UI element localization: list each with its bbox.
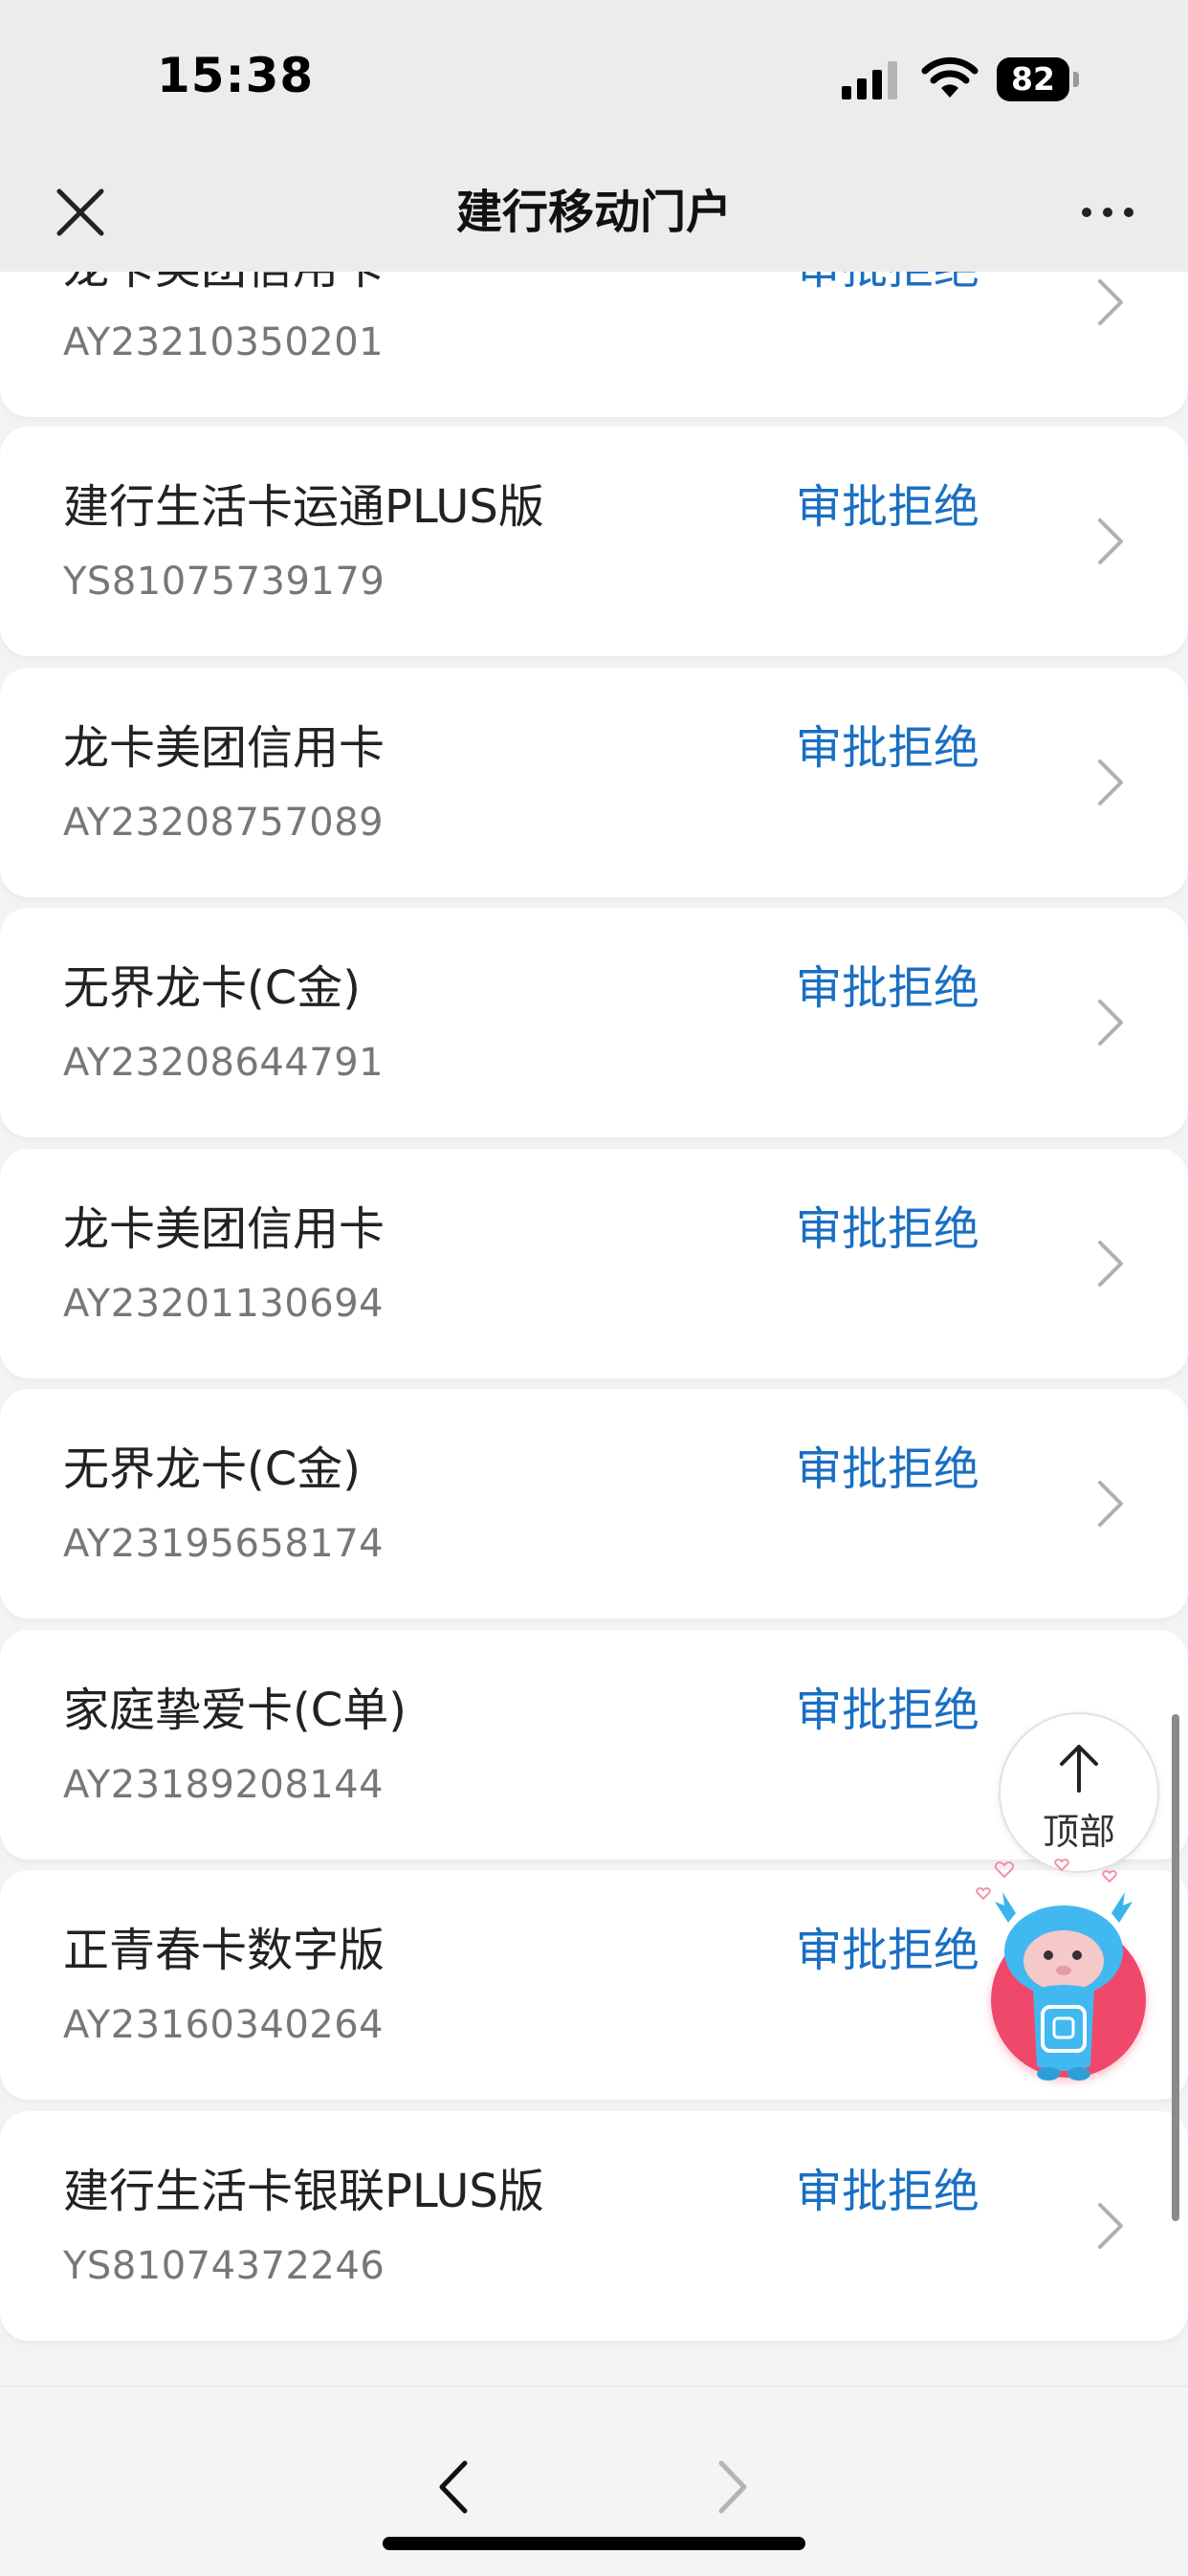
- chevron-right-icon: [1098, 518, 1123, 564]
- mascot-icon[interactable]: [976, 1846, 1152, 2095]
- forward-arrow-icon[interactable]: [715, 2457, 750, 2517]
- back-arrow-icon[interactable]: [436, 2457, 471, 2517]
- status-label: 审批拒绝: [796, 2165, 980, 2218]
- application-number: AY23189208144: [63, 1763, 385, 1807]
- list-item[interactable]: 龙卡美团信用卡 AY23208757089 审批拒绝: [0, 668, 1188, 897]
- status-label: 审批拒绝: [796, 480, 980, 534]
- card-name: 龙卡美团信用卡: [63, 1202, 385, 1256]
- list-item[interactable]: 建行生活卡银联PLUS版 YS81074372246 审批拒绝: [0, 2111, 1188, 2341]
- status-label: 审批拒绝: [796, 1684, 980, 1737]
- chevron-right-icon: [1098, 760, 1123, 805]
- list-item[interactable]: 建行生活卡运通PLUS版 YS81075739179 审批拒绝: [0, 427, 1188, 656]
- scrollbar[interactable]: [1172, 1714, 1179, 2221]
- application-number: AY23210350201: [63, 320, 385, 364]
- chevron-right-icon: [1098, 1241, 1123, 1287]
- chevron-right-icon: [1098, 1481, 1123, 1527]
- status-label: 审批拒绝: [796, 1924, 980, 1977]
- status-label: 审批拒绝: [796, 1442, 980, 1496]
- card-name: 无界龙卡(C金): [63, 961, 361, 1015]
- arrow-up-icon: [1060, 1745, 1098, 1793]
- chevron-right-icon: [1098, 279, 1123, 325]
- card-name: 建行生活卡运通PLUS版: [63, 480, 544, 534]
- application-number: AY23160340264: [63, 2003, 385, 2047]
- card-name: 建行生活卡银联PLUS版: [63, 2165, 544, 2218]
- list-item[interactable]: 龙卡美团信用卡 AY23210350201 审批拒绝: [0, 272, 1188, 417]
- card-name: 龙卡美团信用卡: [63, 721, 385, 775]
- home-indicator: [383, 2537, 805, 2550]
- chevron-right-icon: [1098, 1000, 1123, 1046]
- card-name: 正青春卡数字版: [63, 1924, 385, 1977]
- status-label: 审批拒绝: [796, 961, 980, 1015]
- application-number: AY23208757089: [63, 801, 385, 845]
- nav-bar: 建行移动门户: [0, 153, 1188, 272]
- application-number: AY23208644791: [63, 1041, 385, 1085]
- wifi-icon: [921, 56, 979, 98]
- battery-level: 82: [997, 57, 1069, 101]
- card-name: 龙卡美团信用卡: [63, 272, 385, 298]
- chevron-right-icon: [1098, 2203, 1123, 2249]
- application-number: YS81074372246: [63, 2244, 385, 2288]
- application-number: AY23201130694: [63, 1282, 385, 1326]
- status-label: 审批拒绝: [796, 272, 979, 298]
- battery-icon: 82: [997, 57, 1079, 101]
- application-number: YS81075739179: [63, 560, 385, 604]
- cellular-signal-icon: [842, 61, 897, 99]
- more-options-icon[interactable]: [1079, 203, 1136, 222]
- status-time: 15:38: [157, 48, 315, 103]
- list-item[interactable]: 龙卡美团信用卡 AY23201130694 审批拒绝: [0, 1149, 1188, 1378]
- list-item[interactable]: 无界龙卡(C金) AY23208644791 审批拒绝: [0, 908, 1188, 1137]
- page-title: 建行移动门户: [455, 186, 732, 239]
- status-label: 审批拒绝: [796, 721, 980, 775]
- list-item[interactable]: 无界龙卡(C金) AY23195658174 审批拒绝: [0, 1389, 1188, 1618]
- application-number: AY23195658174: [63, 1522, 385, 1566]
- card-name: 家庭挚爱卡(C单): [63, 1684, 407, 1737]
- status-bar: 15:38 82: [0, 0, 1188, 153]
- status-label: 审批拒绝: [796, 1202, 980, 1256]
- card-name: 无界龙卡(C金): [63, 1442, 361, 1496]
